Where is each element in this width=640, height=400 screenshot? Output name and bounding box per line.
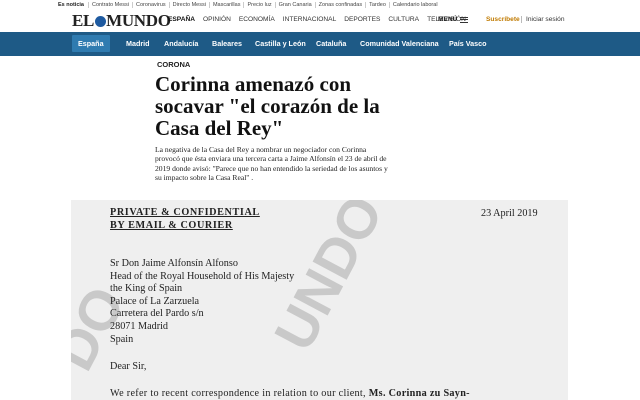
nav-item-deportes[interactable]: DEPORTES — [344, 16, 380, 23]
trending-link-calendario-laboral[interactable]: Calendario laboral — [388, 2, 441, 8]
globe-icon — [94, 15, 106, 27]
trending-link-zonas-confinadas[interactable]: Zonas confinadas — [314, 2, 365, 8]
courier-line: BY EMAIL & COURIER — [110, 220, 233, 231]
site-header: EL MUNDO ESPAÑA OPINIÓN ECONOMÍA INTERNA… — [0, 10, 640, 32]
letter-body: We refer to recent correspondence in rel… — [110, 388, 470, 399]
hamburger-icon — [460, 16, 469, 23]
address-line: Sr Don Jaime Alfonsín Alfonso — [110, 258, 238, 269]
region-nav: España Madrid Andalucía Baleares Castill… — [0, 32, 640, 56]
address-line: Spain — [110, 333, 134, 345]
letter-image: DO UNDO PRIVATE & CONFIDENTIAL BY EMAIL … — [71, 200, 568, 400]
region-item-baleares[interactable]: Baleares — [212, 39, 242, 48]
nav-item-internacional[interactable]: INTERNACIONAL — [283, 16, 337, 23]
letter-salutation: Dear Sir, — [110, 361, 147, 372]
address-line: Palace of La Zarzuela — [110, 295, 200, 307]
trending-strip: Es noticia Contrato Messi Coronavirus Di… — [0, 0, 640, 10]
nav-item-espana[interactable]: ESPAÑA — [168, 16, 195, 23]
region-item-espana[interactable]: España — [72, 35, 110, 52]
address-line: Head of the Royal Household of His Majes… — [110, 270, 295, 282]
article-headline[interactable]: Corinna amenazó con socavar "el corazón … — [155, 73, 415, 139]
nav-item-economia[interactable]: ECONOMÍA — [239, 16, 275, 23]
address-line: the King of Spain — [110, 283, 183, 295]
trending-link-gran-canaria[interactable]: Gran Canaria — [274, 2, 315, 8]
region-item-comunidad-valenciana[interactable]: Comunidad Valenciana — [360, 39, 439, 48]
letter-body-bold: Ms. Corinna zu Sayn- — [368, 388, 470, 399]
trending-link-precio-luz[interactable]: Precio luz — [243, 2, 274, 8]
trending-link-mascarillas[interactable]: Mascarillas — [208, 2, 244, 8]
region-item-pais-vasco[interactable]: País Vasco — [449, 39, 487, 48]
address-line: 28071 Madrid — [110, 320, 169, 332]
trending-label: Es noticia — [58, 2, 84, 8]
menu-button[interactable]: MENÚ — [438, 16, 469, 23]
logo-text-mundo: MUNDO — [106, 11, 171, 30]
article-deck: La negativa de la Casa del Rey a nombrar… — [155, 145, 388, 183]
region-item-castilla-y-leon[interactable]: Castilla y León — [255, 39, 306, 48]
menu-label: MENÚ — [438, 16, 458, 23]
letter-address: Sr Don Jaime Alfonsín Alfonso Head of th… — [110, 258, 294, 346]
nav-item-opinion[interactable]: OPINIÓN — [203, 16, 231, 23]
logo-text-el: EL — [72, 11, 95, 30]
subscribe-link[interactable]: Suscríbete — [486, 16, 520, 23]
letter-body-text: We refer to recent correspondence in rel… — [110, 388, 369, 399]
nav-item-cultura[interactable]: CULTURA — [388, 16, 419, 23]
trending-link-coronavirus[interactable]: Coronavirus — [131, 2, 169, 8]
signin-link[interactable]: Iniciar sesión — [521, 16, 564, 23]
site-logo[interactable]: EL MUNDO — [72, 11, 171, 31]
confidential-line: PRIVATE & CONFIDENTIAL — [110, 207, 260, 218]
trending-link-tardeo[interactable]: Tardeo — [365, 2, 389, 8]
letter-confidential: PRIVATE & CONFIDENTIAL BY EMAIL & COURIE… — [110, 206, 260, 232]
trending-link-contrato-messi[interactable]: Contrato Messi — [87, 2, 132, 8]
article-kicker[interactable]: CORONA — [157, 60, 190, 69]
main-nav: ESPAÑA OPINIÓN ECONOMÍA INTERNACIONAL DE… — [168, 16, 474, 23]
letter-date: 23 April 2019 — [481, 208, 538, 219]
region-item-andalucia[interactable]: Andalucía — [164, 39, 198, 48]
address-line: Carretera del Pardo s/n — [110, 308, 204, 320]
region-item-madrid[interactable]: Madrid — [126, 39, 150, 48]
trending-link-directo-messi[interactable]: Directo Messi — [168, 2, 209, 8]
region-item-cataluna[interactable]: Cataluña — [316, 39, 346, 48]
